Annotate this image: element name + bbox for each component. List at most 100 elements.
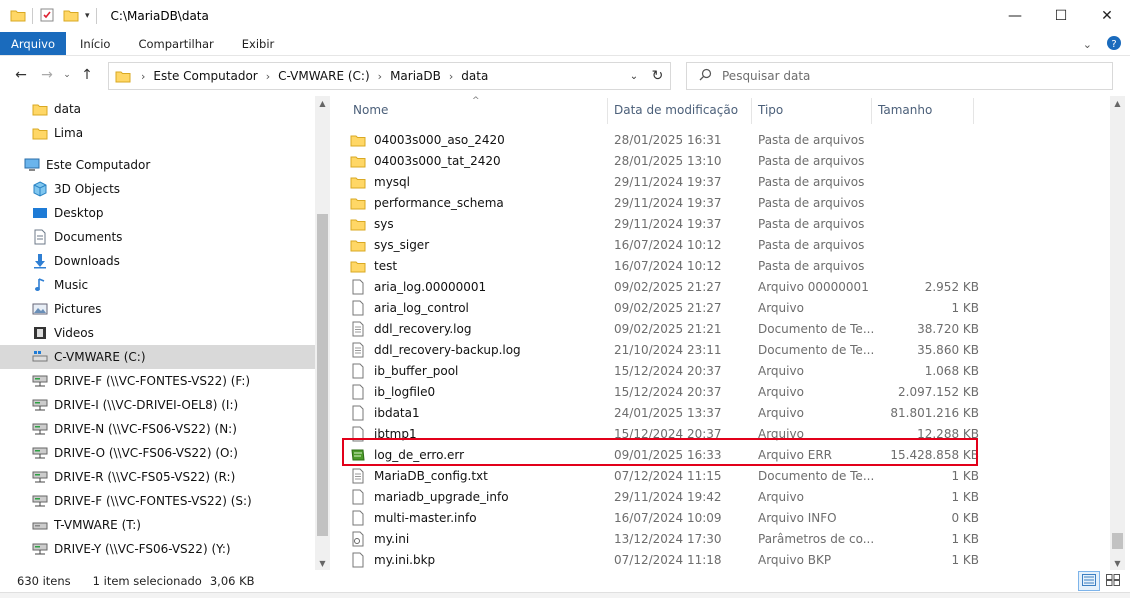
breadcrumb-item-este-computador[interactable]: Este Computador [153, 69, 257, 83]
sidebar-item[interactable]: Este Computador [0, 153, 315, 177]
breadcrumb-item-c-vmware[interactable]: C-VMWARE (C:) [278, 69, 370, 83]
scroll-up-arrow[interactable]: ▲ [315, 96, 330, 110]
address-history-dropdown[interactable]: ⌄ [624, 63, 644, 89]
folder-icon [115, 68, 131, 84]
file-list-scrollbar[interactable]: ▲ ▼ [1110, 96, 1125, 570]
navigation-scrollbar[interactable]: ▲ ▼ [315, 96, 330, 570]
sidebar-item[interactable]: DRIVE-F (\\VC-FONTES-VS22) (S:) [0, 489, 315, 513]
tab-inicio[interactable]: Início [66, 32, 124, 55]
back-button[interactable]: ← [8, 63, 34, 87]
table-row[interactable]: ib_buffer_pool 15/12/2024 20:37 Arquivo 1.0… [350, 360, 1105, 381]
column-header-size[interactable]: Tamanho [872, 96, 972, 124]
table-row[interactable]: ddl_recovery.log 09/02/2025 21:21 Document… [350, 318, 1105, 339]
table-row[interactable]: multi-master.info 16/07/2024 10:09 Arquivo… [350, 507, 1105, 528]
tab-arquivo[interactable]: Arquivo [0, 32, 67, 55]
sidebar-item[interactable]: DRIVE-N (\\VC-FS06-VS22) (N:) [0, 417, 315, 441]
refresh-button[interactable]: ↻ [645, 62, 671, 90]
sidebar-item[interactable]: DRIVE-I (\\VC-DRIVEI-OEL8) (I:) [0, 393, 315, 417]
arrow-up-icon: ↑ [81, 67, 93, 83]
table-row[interactable]: MariaDB_config.txt 07/12/2024 11:15 Docume… [350, 465, 1105, 486]
table-row[interactable]: test 16/07/2024 10:12 Pasta de arquivos [350, 255, 1105, 276]
sidebar-item[interactable]: T-VMWARE (T:) [0, 513, 315, 537]
tab-compartilhar[interactable]: Compartilhar [124, 32, 227, 55]
table-row[interactable]: my.ini 13/12/2024 17:30 Parâmetros de co..… [350, 528, 1105, 549]
table-row[interactable]: ibdata1 24/01/2025 13:37 Arquivo 81.801.216… [350, 402, 1105, 423]
minimize-button[interactable]: — [992, 0, 1038, 32]
sidebar-item-label: C-VMWARE (C:) [54, 350, 146, 364]
recent-locations-button[interactable]: ⌄ [60, 63, 74, 87]
folder-icon [350, 237, 366, 253]
file-type: Pasta de arquivos [758, 132, 865, 147]
table-row[interactable]: my.ini.bkp 07/12/2024 11:18 Arquivo BKP 1 K… [350, 549, 1105, 570]
sidebar-item[interactable]: 3D Objects [0, 177, 315, 201]
table-row[interactable]: sys 29/11/2024 19:37 Pasta de arquivos [350, 213, 1105, 234]
file-type: Documento de Te... [758, 468, 874, 483]
navigation-scroll-thumb[interactable] [317, 214, 328, 536]
file-name: my.ini [374, 531, 410, 546]
chevron-right-icon[interactable]: › [141, 70, 145, 83]
sidebar-item[interactable]: DRIVE-Y (\\VC-FS06-VS22) (Y:) [0, 537, 315, 561]
navigation-pane: data Lima Este Computador 3D Objects Desktop… [0, 96, 330, 570]
sidebar-item[interactable]: DRIVE-F (\\VC-FONTES-VS22) (F:) [0, 369, 315, 393]
scroll-down-arrow[interactable]: ▼ [315, 556, 330, 570]
table-row[interactable]: aria_log_control 09/02/2025 21:27 Arquivo 1… [350, 297, 1105, 318]
sidebar-item[interactable]: Pictures [0, 297, 315, 321]
up-button[interactable]: ↑ [74, 63, 100, 87]
sidebar-item[interactable]: data [0, 97, 315, 121]
chevron-right-icon[interactable]: › [449, 70, 453, 83]
table-row[interactable]: 04003s000_aso_2420 28/01/2025 16:31 Pasta … [350, 129, 1105, 150]
table-row[interactable]: ibtmp1 15/12/2024 20:37 Arquivo 12.288 KB [350, 423, 1105, 444]
table-row[interactable]: 04003s000_tat_2420 28/01/2025 13:10 Pasta … [350, 150, 1105, 171]
sidebar-item[interactable]: DRIVE-R (\\VC-FS05-VS22) (R:) [0, 465, 315, 489]
file-name: performance_schema [374, 195, 504, 210]
scroll-down-arrow[interactable]: ▼ [1110, 556, 1125, 570]
sidebar-item[interactable]: Lima [0, 121, 315, 145]
help-icon[interactable]: ? [1106, 35, 1122, 54]
text-file-icon [350, 321, 366, 337]
sidebar-item[interactable]: Documents [0, 225, 315, 249]
address-bar[interactable]: › Este Computador › C-VMWARE (C:) › Mari… [108, 62, 671, 90]
table-row[interactable]: ib_logfile0 15/12/2024 20:37 Arquivo 2.097.… [350, 381, 1105, 402]
chevron-right-icon[interactable]: › [378, 70, 382, 83]
close-button[interactable]: ✕ [1084, 0, 1130, 32]
file-name-cell: ddl_recovery-backup.log [350, 342, 608, 358]
folder-icon [350, 216, 366, 232]
search-box[interactable] [686, 62, 1113, 90]
expand-ribbon-icon[interactable]: ⌄ [1083, 38, 1092, 51]
customize-qat-icon[interactable]: ▾ [85, 11, 90, 21]
file-list-scroll-thumb[interactable] [1112, 533, 1123, 549]
scroll-up-arrow[interactable]: ▲ [1110, 96, 1125, 110]
column-divider[interactable] [973, 98, 974, 124]
sidebar-item[interactable]: Downloads [0, 249, 315, 273]
properties-icon[interactable] [39, 7, 55, 26]
table-row[interactable]: ddl_recovery-backup.log 21/10/2024 23:11 D… [350, 339, 1105, 360]
details-view-button[interactable] [1078, 571, 1100, 591]
new-folder-icon[interactable] [63, 7, 79, 26]
sidebar-item[interactable]: Desktop [0, 201, 315, 225]
forward-button[interactable]: → [34, 63, 60, 87]
sidebar-item[interactable]: Music [0, 273, 315, 297]
column-header-type[interactable]: Tipo [752, 96, 872, 124]
sidebar-item[interactable]: C-VMWARE (C:) [0, 345, 315, 369]
chevron-right-icon[interactable]: › [266, 70, 270, 83]
breadcrumb-item-data[interactable]: data [461, 69, 488, 83]
table-row[interactable]: mariadb_upgrade_info 29/11/2024 19:42 Arqu… [350, 486, 1105, 507]
file-date: 28/01/2025 13:10 [614, 153, 722, 168]
sidebar-item[interactable]: DRIVE-O (\\VC-FS06-VS22) (O:) [0, 441, 315, 465]
large-icons-view-button[interactable] [1102, 571, 1124, 591]
breadcrumb-item-mariadb[interactable]: MariaDB [390, 69, 441, 83]
column-header-date[interactable]: Data de modificação [608, 96, 752, 124]
table-row[interactable]: performance_schema 29/11/2024 19:37 Pasta … [350, 192, 1105, 213]
sidebar-item-label: T-VMWARE (T:) [54, 518, 141, 532]
table-row[interactable]: sys_siger 16/07/2024 10:12 Pasta de arquiv… [350, 234, 1105, 255]
folder-icon [32, 101, 48, 117]
search-input[interactable] [722, 69, 1082, 83]
file-size: 0 KB [951, 510, 979, 525]
sidebar-item[interactable]: Videos [0, 321, 315, 345]
table-row[interactable]: mysql 29/11/2024 19:37 Pasta de arquivos [350, 171, 1105, 192]
table-row[interactable]: aria_log.00000001 09/02/2025 21:27 Arquivo… [350, 276, 1105, 297]
file-name-cell: ib_logfile0 [350, 384, 608, 400]
table-row[interactable]: log_de_erro.err 09/01/2025 16:33 Arquivo E… [350, 444, 1105, 465]
maximize-button[interactable]: ☐ [1038, 0, 1084, 32]
tab-exibir[interactable]: Exibir [228, 32, 289, 55]
